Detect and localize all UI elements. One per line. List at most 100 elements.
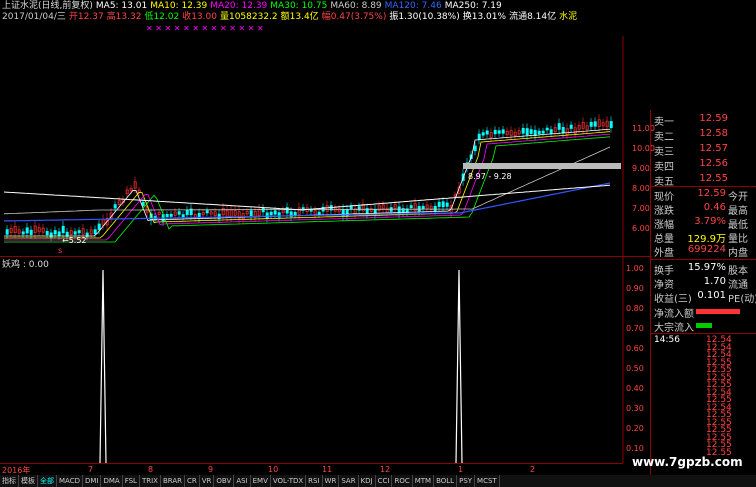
candle (409, 205, 413, 209)
tab-item[interactable]: SAR (339, 475, 359, 487)
tab-item[interactable]: 指标 (0, 475, 19, 487)
line2-item: 幅0.47(3.75%) (321, 12, 387, 22)
watermark: www.7gpzb.com (632, 455, 743, 469)
tab-item[interactable]: MACD (57, 475, 83, 487)
signal-markers: ✕ ✕ ✕ ✕ ✕ ✕ ✕ ✕ ✕ ✕ ✕ ✕ ✕ (146, 24, 264, 33)
tab-item[interactable]: MCST (475, 475, 500, 487)
order-book-row[interactable]: 卖三 12.57 (652, 143, 756, 158)
order-price: 12.55 (699, 173, 728, 184)
line1-item: MA60: 8.89 (330, 1, 382, 11)
s-marker: s (58, 246, 63, 255)
tab-item[interactable]: PSY (457, 475, 476, 487)
price-tick: 8.00 (632, 184, 650, 193)
tab-item[interactable]: VOL-TDX (271, 475, 307, 487)
candle (317, 211, 321, 215)
tab-item[interactable]: DMI (83, 475, 102, 487)
quote-extra: 内盘 (728, 248, 748, 259)
quote-value: 3.79% (694, 216, 726, 227)
candle (177, 211, 181, 215)
candle (265, 212, 269, 219)
tab-item[interactable]: ASI (234, 475, 251, 487)
line1-item: MA5: 13.01 (95, 1, 148, 11)
quote-extra: 今开 (728, 192, 748, 203)
candle (285, 207, 289, 214)
indicator-tick: 1.00 (626, 264, 644, 273)
candle (165, 214, 169, 217)
ma20-line (4, 133, 611, 241)
candle (25, 227, 29, 234)
price-chart[interactable] (0, 36, 652, 260)
panel-sep-1 (651, 186, 756, 187)
order-book-row[interactable]: 卖四 12.56 (652, 158, 756, 173)
flow-row: 大宗流入 (652, 319, 756, 334)
tab-item[interactable]: VR (200, 475, 215, 487)
indicator-chart[interactable] (0, 258, 652, 463)
tab-item[interactable]: 模板 (19, 475, 38, 487)
candle (525, 128, 529, 136)
indicator-tick: 0.30 (626, 404, 644, 413)
time-tick: 9 (208, 465, 214, 474)
line1-item: MA120: 7.46 (384, 1, 442, 11)
candle (61, 225, 65, 234)
tab-item[interactable]: BRAR (161, 475, 185, 487)
order-book-row[interactable]: 卖二 12.58 (652, 128, 756, 143)
order-price: 12.56 (699, 158, 728, 169)
indicator-tick: 0.70 (626, 324, 644, 333)
price-tick: 7.00 (632, 204, 650, 213)
order-price: 12.57 (699, 143, 728, 154)
candle (45, 231, 49, 236)
candle (445, 202, 449, 207)
stats-value: 15.97% (687, 262, 726, 273)
line2-item: 高13.32 (106, 12, 142, 22)
candle (561, 127, 565, 134)
order-book-row[interactable]: 卖五 12.55 (652, 173, 756, 188)
quote-row: 外盘 699224 内盘 (652, 244, 756, 259)
indicator-tick: 0.10 (626, 444, 644, 453)
line2-item: 收13.00 (182, 12, 217, 22)
stats-label: 收益(三) (654, 294, 692, 305)
candle (521, 127, 525, 134)
tab-item[interactable]: FSL (123, 475, 140, 487)
tab-item[interactable]: RSI (306, 475, 323, 487)
flow-bar (696, 309, 741, 314)
tab-item[interactable]: CCI (376, 475, 393, 487)
candle (57, 231, 61, 236)
tab-item[interactable]: DMA (101, 475, 123, 487)
panel-sep-2 (651, 259, 756, 260)
quote-value: 129.9万 (687, 234, 726, 245)
candle (493, 129, 497, 135)
candle (441, 201, 445, 208)
time-tick: 7 (88, 465, 94, 474)
candle (113, 204, 117, 209)
flow-label: 大宗流入 (654, 323, 694, 334)
quote-label: 涨幅 (654, 220, 674, 231)
tab-item[interactable]: TRIX (140, 475, 161, 487)
panel-sep-3 (651, 333, 756, 334)
tab-item[interactable]: OBV (214, 475, 235, 487)
tab-item[interactable]: ROC (392, 475, 413, 487)
candle (357, 206, 361, 211)
chart-header-ma: 上证水泥(日线,前复权) MA5: 13.01 MA10: 12.39 MA20: 1… (2, 1, 505, 12)
tab-item[interactable]: BOLL (434, 475, 458, 487)
tick-time: 14:56 (654, 335, 680, 345)
candle (541, 130, 545, 134)
candle (477, 133, 481, 140)
order-book-row[interactable]: 卖一 12.59 (652, 113, 756, 128)
line1-item: MA30: 10.75 (270, 1, 328, 11)
tab-item[interactable]: WR (323, 475, 340, 487)
tab-item[interactable]: MTM (413, 475, 435, 487)
candle (589, 121, 593, 127)
indicator-tick: 0.20 (626, 424, 644, 433)
line2-item: 流通8.14亿 (509, 12, 557, 22)
candle (549, 129, 553, 134)
tab-item[interactable]: 全部 (38, 475, 57, 487)
flow-row: 净流入额 (652, 305, 756, 320)
line1-item: 上证水泥(日线,前复权) (2, 1, 93, 11)
tab-item[interactable]: CR (185, 475, 200, 487)
tab-item[interactable]: KDJ (359, 475, 376, 487)
quote-value: 12.59 (697, 188, 726, 199)
candle (501, 129, 505, 134)
tab-item[interactable]: EMV (251, 475, 271, 487)
time-tick: 8 (148, 465, 154, 474)
line1-item: MA10: 12.39 (150, 1, 208, 11)
